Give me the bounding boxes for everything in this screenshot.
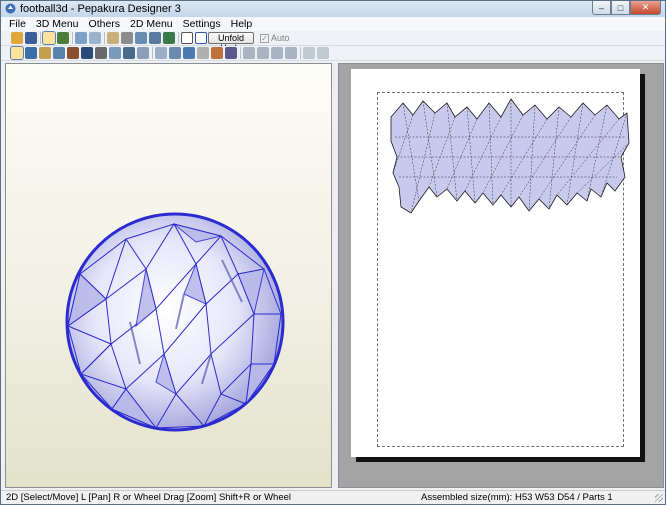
pencil-icon[interactable] (107, 32, 119, 44)
menu-others[interactable]: Others (85, 17, 127, 31)
zoom-icon[interactable] (303, 47, 315, 59)
flap-icon[interactable] (149, 32, 161, 44)
redo-icon[interactable] (109, 47, 121, 59)
print-icon[interactable] (211, 47, 223, 59)
flap-edit-icon[interactable] (67, 47, 79, 59)
status-mode-hint: 2D [Select/Move] L [Pan] R or Wheel Drag… (6, 492, 292, 503)
join-icon[interactable] (135, 32, 147, 44)
main-toolbar: Unfold Undo ✓ Auto (1, 31, 665, 53)
resize-grip-icon[interactable] (655, 494, 663, 502)
window-controls: – □ ✕ (592, 1, 661, 15)
texture-icon[interactable] (57, 32, 69, 44)
frame-icon[interactable] (181, 32, 193, 44)
window-title: football3d - Pepakura Designer 3 (20, 3, 181, 15)
rotate-icon[interactable] (75, 32, 87, 44)
unfold-icon[interactable] (42, 31, 56, 45)
toolbar-separator (240, 47, 241, 59)
close-button[interactable]: ✕ (630, 1, 661, 15)
grid-icon[interactable] (155, 47, 167, 59)
maximize-button[interactable]: □ (611, 1, 630, 15)
auto-checkbox[interactable]: ✓ Auto (260, 32, 290, 44)
open-icon[interactable] (11, 32, 23, 44)
align-top-icon[interactable] (271, 47, 283, 59)
toolbar-separator (178, 32, 179, 44)
color-icon[interactable] (163, 32, 175, 44)
paper-sheet (351, 69, 640, 457)
view-3d-pane[interactable] (5, 63, 332, 488)
rotate-part-icon[interactable] (25, 47, 37, 59)
toolbar-separator (72, 32, 73, 44)
app-window: football3d - Pepakura Designer 3 – □ ✕ F… (0, 0, 666, 505)
toolbar-separator (300, 47, 301, 59)
football-3d-model[interactable] (6, 64, 331, 487)
arrange-icon[interactable] (169, 47, 181, 59)
status-bar: 2D [Select/Move] L [Pan] R or Wheel Drag… (1, 490, 665, 504)
menu-bar: File 3D Menu Others 2D Menu Settings Hel… (1, 17, 665, 31)
toolbar-separator (40, 32, 41, 44)
image-icon[interactable] (95, 47, 107, 59)
align-center-icon[interactable] (257, 47, 269, 59)
menu-settings[interactable]: Settings (179, 17, 227, 31)
edit-toolbar (1, 46, 665, 61)
save-icon[interactable] (25, 32, 37, 44)
auto-checkbox-box[interactable]: ✓ (260, 33, 269, 43)
toolbar-separator (152, 47, 153, 59)
menu-3d[interactable]: 3D Menu (32, 17, 85, 31)
zoom-fit-icon[interactable] (317, 47, 329, 59)
align-icon[interactable] (183, 47, 195, 59)
cut-icon[interactable] (121, 32, 133, 44)
refresh-icon[interactable] (123, 47, 135, 59)
minimize-button[interactable]: – (592, 1, 611, 15)
align-left-icon[interactable] (243, 47, 255, 59)
edge-split-icon[interactable] (53, 47, 65, 59)
toolbar-separator (104, 32, 105, 44)
unfold-undo-button[interactable]: Unfold Undo (208, 32, 254, 53)
menu-file[interactable]: File (5, 17, 32, 31)
window-icon[interactable] (195, 32, 207, 44)
auto-label: Auto (271, 33, 290, 43)
edge-join-icon[interactable] (39, 47, 51, 59)
title-bar[interactable]: football3d - Pepakura Designer 3 – □ ✕ (1, 1, 665, 17)
app-icon (5, 3, 16, 14)
undo-icon[interactable] (137, 47, 149, 59)
text-icon[interactable] (81, 47, 93, 59)
menu-help[interactable]: Help (227, 17, 259, 31)
status-assembled-size: Assembled size(mm): H53 W53 D54 / Parts … (421, 492, 613, 503)
select-move-icon[interactable] (10, 46, 24, 60)
scale-icon[interactable] (89, 32, 101, 44)
menu-2d[interactable]: 2D Menu (126, 17, 179, 31)
page-icon[interactable] (197, 47, 209, 59)
unfolded-parts[interactable] (389, 97, 639, 227)
layout-icon[interactable] (225, 47, 237, 59)
align-bottom-icon[interactable] (285, 47, 297, 59)
view-2d-pane[interactable] (338, 63, 664, 488)
